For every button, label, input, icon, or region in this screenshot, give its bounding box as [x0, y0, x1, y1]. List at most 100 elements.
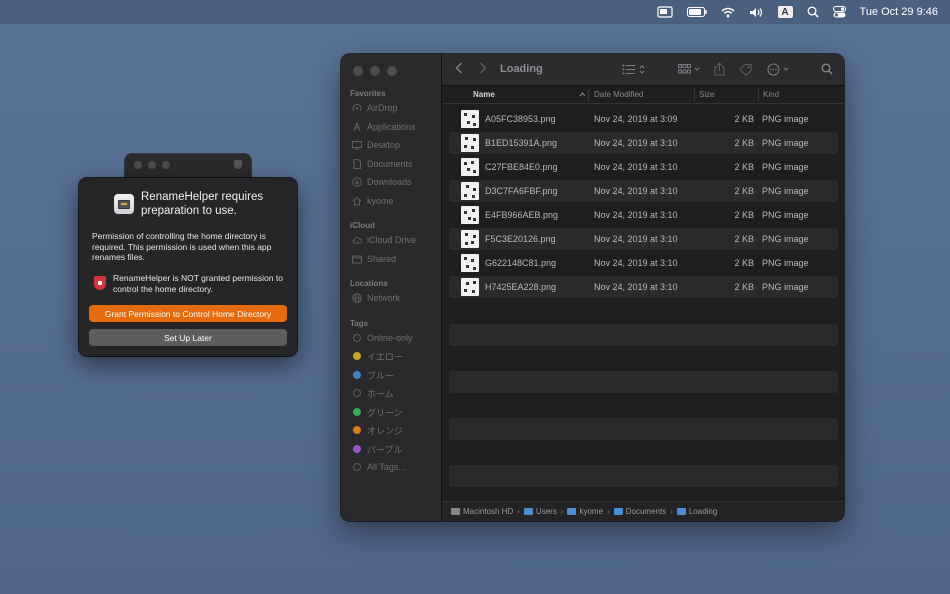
- set-up-later-button[interactable]: Set Up Later: [89, 329, 287, 346]
- path-segment[interactable]: Macintosh HD: [451, 507, 513, 516]
- search-icon[interactable]: [821, 63, 833, 75]
- finder-window: Favorites AirDrop Applications Desktop D…: [341, 54, 844, 521]
- sidebar-tag-yellow[interactable]: イエロー: [352, 348, 403, 364]
- control-center-icon[interactable]: [832, 4, 846, 20]
- sidebar-item-network[interactable]: Network: [352, 290, 400, 306]
- file-kind: PNG image: [762, 282, 809, 292]
- list-view-icon[interactable]: [622, 64, 646, 75]
- file-size: 2 KB: [734, 210, 754, 220]
- minimize-button[interactable]: [370, 66, 380, 76]
- tag-green-icon: [352, 407, 362, 417]
- tag-yellow-icon: [352, 351, 362, 361]
- table-row[interactable]: D3C7FA6FBF.png Nov 24, 2019 at 3:10 2 KB…: [449, 180, 838, 202]
- forward-icon[interactable]: [479, 62, 487, 74]
- table-row[interactable]: H7425EA228.png Nov 24, 2019 at 3:10 2 KB…: [449, 276, 838, 298]
- path-bar: Macintosh HD › Users › kyome › Documents…: [442, 501, 844, 521]
- sidebar-tag-purple[interactable]: パープル: [352, 441, 402, 457]
- file-kind: PNG image: [762, 186, 809, 196]
- file-size: 2 KB: [734, 282, 754, 292]
- sidebar-tag-orange[interactable]: オレンジ: [352, 422, 403, 438]
- volume-icon[interactable]: [749, 4, 764, 20]
- permission-status-text: RenameHelper is NOT granted permission t…: [113, 273, 283, 294]
- sidebar-item-applications[interactable]: Applications: [352, 119, 416, 135]
- sidebar-tag-green[interactable]: グリーン: [352, 404, 403, 420]
- battery-icon[interactable]: [686, 4, 707, 20]
- sidebar-item-icloud-drive[interactable]: iCloud Drive: [352, 232, 416, 248]
- sidebar-tag-online-only[interactable]: Online-only: [352, 330, 413, 346]
- back-icon[interactable]: [455, 62, 463, 74]
- tag-icon[interactable]: [739, 63, 753, 76]
- column-separator[interactable]: [694, 89, 695, 101]
- table-row[interactable]: F5C3E20126.png Nov 24, 2019 at 3:10 2 KB…: [449, 228, 838, 250]
- sidebar-item-home[interactable]: kyome: [352, 193, 394, 209]
- sidebar-tag-home[interactable]: ホーム: [352, 385, 394, 401]
- column-header-name[interactable]: Name: [473, 90, 495, 99]
- path-segment[interactable]: kyome: [567, 507, 603, 516]
- sidebar-tag-all-tags[interactable]: All Tags...: [352, 459, 406, 475]
- column-separator[interactable]: [758, 89, 759, 101]
- sidebar-section-locations: Locations: [350, 279, 388, 288]
- wifi-icon[interactable]: [721, 4, 735, 20]
- column-header-size[interactable]: Size: [699, 90, 715, 99]
- desktop-icon: [352, 140, 362, 150]
- table-row[interactable]: E4FB966AEB.png Nov 24, 2019 at 3:10 2 KB…: [449, 204, 838, 226]
- sidebar-item-airdrop[interactable]: AirDrop: [352, 100, 398, 116]
- png-thumbnail-icon: [461, 254, 479, 272]
- column-header-kind[interactable]: Kind: [763, 90, 779, 99]
- table-row[interactable]: G622148C81.png Nov 24, 2019 at 3:10 2 KB…: [449, 252, 838, 274]
- folder-icon: [567, 508, 577, 515]
- file-kind: PNG image: [762, 258, 809, 268]
- table-row[interactable]: B1ED15391A.png Nov 24, 2019 at 3:10 2 KB…: [449, 132, 838, 154]
- sidebar-tag-blue[interactable]: ブルー: [352, 367, 394, 383]
- tag-orange-icon: [352, 425, 362, 435]
- file-size: 2 KB: [734, 186, 754, 196]
- sidebar-item-label: kyome: [367, 196, 394, 206]
- sidebar-item-desktop[interactable]: Desktop: [352, 137, 400, 153]
- screen-mirroring-icon[interactable]: [656, 4, 673, 20]
- sidebar-item-label: Desktop: [367, 140, 401, 150]
- zoom-button[interactable]: [162, 161, 170, 169]
- file-kind: PNG image: [762, 138, 809, 148]
- column-separator[interactable]: [588, 89, 589, 101]
- path-segment[interactable]: Documents: [613, 507, 666, 516]
- applications-icon: [352, 122, 362, 132]
- finder-toolbar: Loading: [442, 54, 844, 86]
- sidebar-item-documents[interactable]: Documents: [352, 156, 413, 172]
- file-name: F5C3E20126.png: [485, 234, 556, 244]
- sidebar-item-shared[interactable]: Shared: [352, 251, 396, 267]
- file-kind: PNG image: [762, 162, 809, 172]
- close-button[interactable]: [353, 66, 363, 76]
- file-size: 2 KB: [734, 114, 754, 124]
- file-size: 2 KB: [734, 258, 754, 268]
- path-segment[interactable]: Loading: [676, 507, 717, 516]
- sidebar-item-downloads[interactable]: Downloads: [352, 174, 412, 190]
- sidebar-item-label: Shared: [367, 254, 397, 264]
- sidebar-item-label: Applications: [367, 122, 416, 132]
- minimize-button[interactable]: [148, 161, 156, 169]
- folder-icon: [676, 508, 686, 515]
- window-controls: [134, 161, 170, 169]
- path-segment[interactable]: Users: [523, 507, 557, 516]
- more-actions-icon[interactable]: [767, 63, 791, 76]
- table-row[interactable]: A05FC38953.png Nov 24, 2019 at 3:09 2 KB…: [449, 108, 838, 130]
- finder-main: Loading Name Date Modified Size Kind A05…: [442, 54, 844, 521]
- group-view-icon[interactable]: [678, 64, 702, 75]
- file-date: Nov 24, 2019 at 3:10: [594, 138, 678, 148]
- empty-row: [449, 324, 838, 346]
- file-date: Nov 24, 2019 at 3:10: [594, 210, 678, 220]
- zoom-button[interactable]: [387, 66, 397, 76]
- path-label: Users: [535, 507, 557, 516]
- chevron-right-icon: ›: [670, 507, 673, 516]
- menubar-clock[interactable]: Tue Oct 29 9:46: [860, 6, 938, 18]
- file-date: Nov 24, 2019 at 3:10: [594, 258, 678, 268]
- table-row[interactable]: C27FBE84E0.png Nov 24, 2019 at 3:10 2 KB…: [449, 156, 838, 178]
- grant-permission-button[interactable]: Grant Permission to Control Home Directo…: [89, 305, 287, 322]
- spotlight-search-icon[interactable]: [807, 4, 819, 20]
- downloads-icon: [352, 177, 362, 187]
- input-source-icon[interactable]: A: [777, 6, 793, 18]
- column-header-date[interactable]: Date Modified: [594, 90, 643, 99]
- close-button[interactable]: [134, 161, 142, 169]
- airdrop-icon: [352, 103, 362, 113]
- share-icon[interactable]: [714, 62, 725, 76]
- file-date: Nov 24, 2019 at 3:10: [594, 162, 678, 172]
